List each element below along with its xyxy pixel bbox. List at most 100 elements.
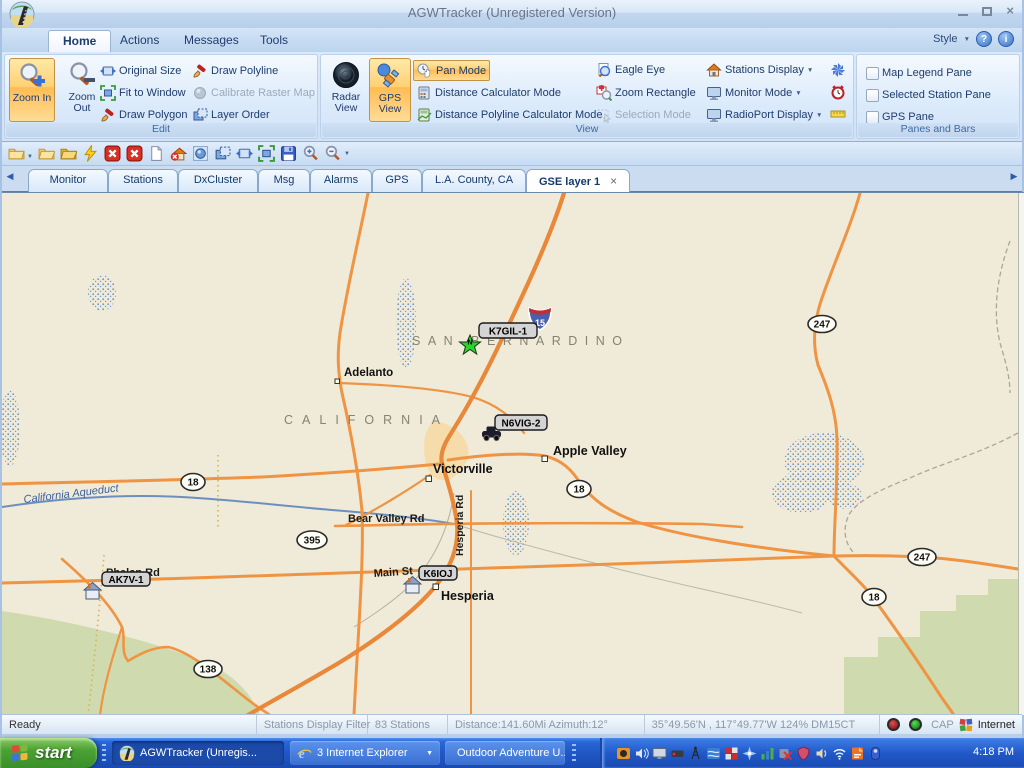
minimize-button[interactable] xyxy=(958,6,968,16)
doc-tab-dxcluster[interactable]: DxCluster xyxy=(178,169,258,192)
distance-calculator-mode-button[interactable]: Distance Calculator Mode xyxy=(413,83,564,103)
shield-sr247-north: 247 xyxy=(808,316,836,333)
save-button[interactable] xyxy=(279,144,299,164)
stations-display-button[interactable]: Stations Display▼ xyxy=(703,60,816,80)
original-size-button-toolbar[interactable] xyxy=(235,144,255,164)
open-layer-button[interactable] xyxy=(59,144,79,164)
open-map-button[interactable] xyxy=(37,144,57,164)
taskbar-item-firefox[interactable]: Outdoor Adventure U... xyxy=(445,741,565,765)
zoom-in-button[interactable]: Zoom In xyxy=(9,58,55,122)
draw-polyline-button[interactable]: Draw Polyline xyxy=(189,61,281,81)
calibrate-orb-icon xyxy=(192,145,209,162)
pan-mode-button[interactable]: Pan Mode xyxy=(413,60,490,81)
start-button[interactable]: start xyxy=(0,738,97,768)
fit-to-window-button-toolbar[interactable] xyxy=(257,144,277,164)
status-cap: CAP xyxy=(931,719,954,731)
radioport-display-dropdown-icon[interactable]: ▼ xyxy=(816,112,822,119)
close-layer-button[interactable] xyxy=(103,144,123,164)
about-icon[interactable]: i xyxy=(998,31,1014,47)
tab-home[interactable]: Home xyxy=(48,30,111,52)
alarm-clock-icon xyxy=(830,84,846,100)
zoom-rectangle-button[interactable]: Zoom Rectangle xyxy=(593,83,699,103)
tab-close-icon[interactable]: × xyxy=(610,174,617,188)
checkbox-icon[interactable] xyxy=(866,89,879,102)
tray-chart-icon[interactable] xyxy=(760,746,775,761)
doc-tab-monitor[interactable]: Monitor xyxy=(28,169,108,192)
alarm-button[interactable] xyxy=(827,82,851,102)
remove-station-button[interactable] xyxy=(169,144,189,164)
connect-button[interactable] xyxy=(81,144,101,164)
ruler-button[interactable] xyxy=(827,104,851,124)
zoom-in-button-toolbar[interactable] xyxy=(301,144,321,164)
tray-shield-icon[interactable] xyxy=(796,746,811,761)
map-view[interactable]: SAN BERNARDINO CALIFORNIA Bear Valley Rd… xyxy=(2,192,1024,714)
close-all-button[interactable] xyxy=(125,144,145,164)
tray-camera-icon[interactable] xyxy=(616,746,631,761)
svg-text:18: 18 xyxy=(187,478,199,489)
tray-antenna-icon[interactable] xyxy=(688,746,703,761)
fit-to-window-icon xyxy=(100,85,116,101)
draw-polygon-button[interactable]: Draw Polygon xyxy=(97,105,190,125)
new-map-dropdown-icon[interactable]: ▼ xyxy=(27,154,33,160)
radioport-display-button[interactable]: RadioPort Display▼ xyxy=(703,105,825,125)
tab-actions[interactable]: Actions xyxy=(106,30,173,52)
doc-tab-alarms[interactable]: Alarms xyxy=(310,169,372,192)
doc-tab-msg[interactable]: Msg xyxy=(258,169,310,192)
zoom-out-icon xyxy=(68,61,96,89)
eagle-eye-button[interactable]: Eagle Eye xyxy=(593,60,668,80)
distance-polyline-calculator-mode-button[interactable]: Distance Polyline Calculator Mode xyxy=(413,105,606,125)
tray-messenger-icon[interactable] xyxy=(868,746,883,761)
tray-disabled-tool-icon[interactable] xyxy=(778,746,793,761)
toolbar-overflow-icon[interactable]: ▼ xyxy=(344,151,350,157)
style-dropdown-icon[interactable]: ▼ xyxy=(964,36,970,43)
tray-document-icon[interactable] xyxy=(850,746,865,761)
doc-tab-stations[interactable]: Stations xyxy=(108,169,178,192)
style-menu[interactable]: Style xyxy=(933,33,957,45)
doc-tab-gse-layer[interactable]: GSE layer 1× xyxy=(526,169,630,192)
tray-wifi-icon[interactable] xyxy=(832,746,847,761)
help-icon[interactable]: ? xyxy=(976,31,992,47)
map-side-strip[interactable] xyxy=(1018,193,1024,715)
eagle-eye-pane-button[interactable] xyxy=(827,60,851,80)
checkbox-icon[interactable] xyxy=(866,111,879,124)
layer-order-button-toolbar[interactable] xyxy=(213,144,233,164)
selected-station-pane-checkbox[interactable]: Selected Station Pane xyxy=(863,85,994,105)
tray-speaker-icon[interactable] xyxy=(814,746,829,761)
monitor-mode-button[interactable]: Monitor Mode▼ xyxy=(703,83,805,103)
radar-view-button[interactable]: Radar View xyxy=(325,58,367,122)
map-legend-pane-checkbox[interactable]: Map Legend Pane xyxy=(863,63,975,83)
gps-view-icon xyxy=(376,62,404,90)
maximize-button[interactable] xyxy=(982,7,992,16)
fit-to-window-button[interactable]: Fit to Window xyxy=(97,83,189,103)
tray-sparkle-icon[interactable] xyxy=(742,746,757,761)
calibrate-button[interactable] xyxy=(191,144,211,164)
original-size-button[interactable]: Original Size xyxy=(97,61,184,81)
status-distance: Distance:141.60Mi Azimuth:12° xyxy=(448,715,645,734)
checkbox-icon[interactable] xyxy=(866,67,879,80)
map-canvas[interactable]: SAN BERNARDINO CALIFORNIA Bear Valley Rd… xyxy=(2,193,1018,715)
tab-scroll-left-icon[interactable]: ◀ xyxy=(3,171,17,182)
tab-tools[interactable]: Tools xyxy=(246,30,302,52)
gps-view-button[interactable]: GPS View xyxy=(369,58,411,122)
tab-scroll-right-icon[interactable]: ▶ xyxy=(1007,171,1021,182)
new-document-button[interactable] xyxy=(147,144,167,164)
tab-messages[interactable]: Messages xyxy=(170,30,253,52)
tray-network-icon[interactable] xyxy=(706,746,721,761)
tray-volume-icon[interactable] xyxy=(634,746,649,761)
doc-tab-gps[interactable]: GPS xyxy=(372,169,422,192)
tray-grid-icon[interactable] xyxy=(724,746,739,761)
zoom-out-button-toolbar[interactable] xyxy=(323,144,343,164)
layer-order-button[interactable]: Layer Order xyxy=(189,105,273,125)
stations-display-dropdown-icon[interactable]: ▼ xyxy=(807,67,813,74)
tray-device-icon[interactable] xyxy=(670,746,685,761)
red-x-icon xyxy=(104,145,121,162)
station-label: N6VIG-2 xyxy=(502,419,541,430)
monitor-mode-dropdown-icon[interactable]: ▼ xyxy=(795,90,801,97)
doc-tab-la-county[interactable]: L.A. County, CA xyxy=(422,169,526,192)
taskbar-item-internet-explorer[interactable]: e 3 Internet Explorer ▼ xyxy=(290,741,440,765)
new-map-button[interactable] xyxy=(6,144,26,164)
task-group-dropdown-icon[interactable]: ▼ xyxy=(426,750,433,757)
close-button[interactable]: × xyxy=(1006,4,1014,18)
tray-display-icon[interactable] xyxy=(652,746,667,761)
taskbar-item-agwtracker[interactable]: AGWTracker (Unregis... xyxy=(112,741,284,765)
